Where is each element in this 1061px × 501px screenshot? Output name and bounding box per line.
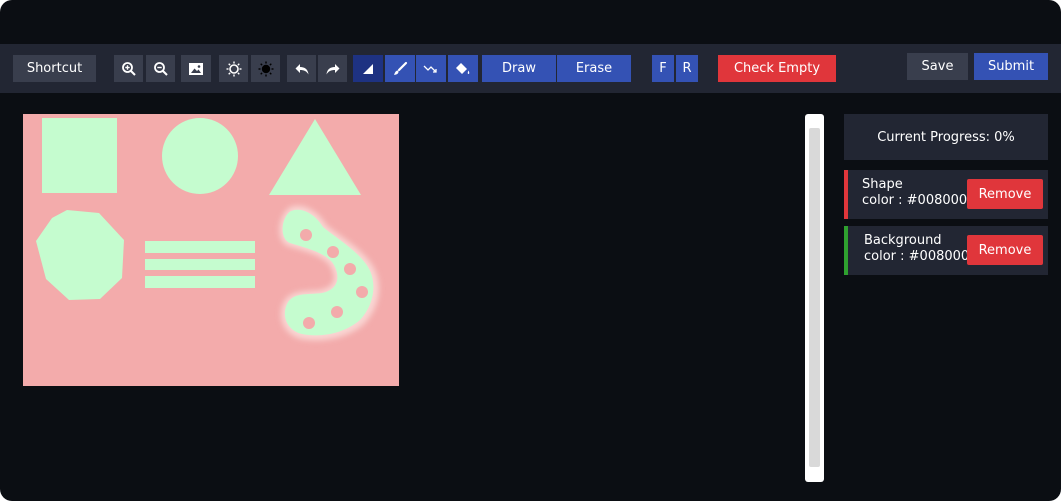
- circle-shape: [162, 118, 238, 194]
- square-shape: [42, 118, 117, 193]
- triangle-tool-button[interactable]: [353, 55, 383, 82]
- layer-item-shape: Shape color : #008000 Remove: [844, 170, 1048, 219]
- blob-dot: [327, 246, 339, 258]
- redo-button[interactable]: [318, 55, 347, 82]
- vertical-scrollbar[interactable]: [805, 114, 824, 482]
- shortcut-button[interactable]: Shortcut: [13, 55, 96, 82]
- blob-dot: [331, 306, 343, 318]
- curve-button[interactable]: [416, 55, 446, 82]
- zoom-in-icon: [121, 61, 136, 76]
- brightness-up-button[interactable]: [219, 55, 248, 82]
- check-empty-button[interactable]: Check Empty: [718, 55, 836, 82]
- blob-dot: [300, 229, 312, 241]
- r-button[interactable]: R: [676, 55, 698, 82]
- erase-button[interactable]: Erase: [557, 55, 631, 82]
- layer-label-line1: Background: [864, 233, 942, 248]
- app-window: Shortcut Draw Erase F R Check Empty Save…: [0, 0, 1061, 501]
- progress-panel: Current Progress: 0%: [844, 114, 1048, 160]
- brush-button[interactable]: [385, 55, 415, 82]
- bar-shape: [145, 276, 255, 288]
- remove-button[interactable]: Remove: [967, 179, 1043, 209]
- zoom-in-button[interactable]: [114, 55, 143, 82]
- progress-label: Current Progress: 0%: [877, 129, 1015, 145]
- curve-icon: [423, 65, 437, 73]
- triangle-shape: [269, 119, 361, 195]
- image-icon: [189, 62, 203, 75]
- layer-label-line2: color : #008000: [864, 249, 970, 264]
- undo-icon: [295, 63, 308, 74]
- zoom-out-button[interactable]: [146, 55, 175, 82]
- blob-dot: [303, 317, 315, 329]
- bar-shape: [145, 259, 255, 270]
- layer-label-line2: color : #008000: [862, 193, 968, 208]
- layer-label: Background color : #008000: [864, 233, 974, 265]
- submit-button[interactable]: Submit: [974, 53, 1048, 80]
- blob-dot: [356, 286, 368, 298]
- brightness-down-button[interactable]: [251, 55, 280, 82]
- draw-button[interactable]: Draw: [482, 55, 556, 82]
- undo-button[interactable]: [287, 55, 316, 82]
- brush-icon: [394, 61, 408, 75]
- bar-shape: [145, 241, 255, 253]
- layer-item-background: Background color : #008000 Remove: [844, 226, 1048, 275]
- toolbar: Shortcut Draw Erase F R Check Empty Save…: [0, 44, 1061, 93]
- remove-button[interactable]: Remove: [967, 235, 1043, 265]
- f-button[interactable]: F: [652, 55, 674, 82]
- triangle-tool-icon: [363, 63, 373, 74]
- zoom-out-icon: [153, 61, 168, 76]
- octagon-shape: [36, 210, 124, 300]
- brightness-down-icon: [258, 61, 273, 76]
- drawing-canvas[interactable]: [23, 114, 399, 386]
- save-button[interactable]: Save: [907, 53, 968, 80]
- layer-label-line1: Shape: [862, 177, 903, 192]
- scrollbar-thumb[interactable]: [809, 128, 820, 467]
- layer-label: Shape color : #008000: [862, 177, 972, 209]
- paint-bucket-icon: [456, 62, 470, 74]
- brightness-up-icon: [226, 61, 241, 76]
- fill-button[interactable]: [448, 55, 478, 82]
- redo-icon: [326, 63, 339, 74]
- blob-dot: [344, 263, 356, 275]
- image-button[interactable]: [181, 55, 211, 82]
- canvas-shapes: [36, 118, 379, 341]
